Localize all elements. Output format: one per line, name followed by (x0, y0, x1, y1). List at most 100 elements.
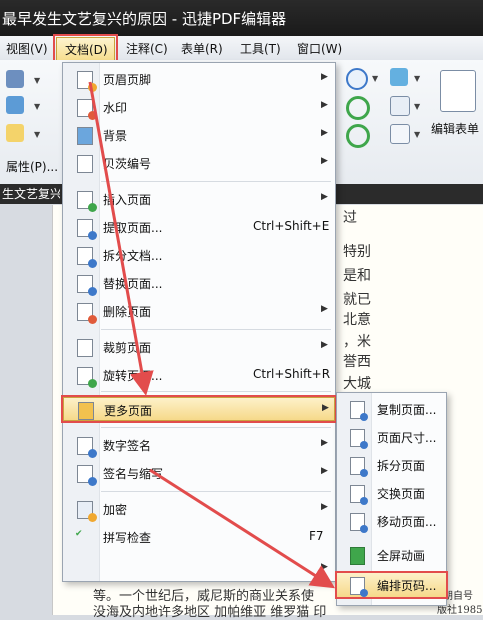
menu-item-label: 插入页面 (103, 193, 152, 207)
chevron-down-icon[interactable]: ▼ (372, 74, 378, 83)
chevron-right-icon: ▶ (321, 72, 328, 82)
window-title: 最早发生文艺复兴的原因 - 迅捷PDF编辑器 (2, 10, 287, 28)
menu-tools[interactable]: 工具(T) (240, 40, 281, 57)
submenu-item-label: 拆分页面 (377, 459, 426, 473)
menu-form[interactable]: 表单(R) (181, 40, 223, 57)
more-pages-icon (78, 402, 94, 420)
chevron-right-icon: ▶ (321, 562, 328, 572)
submenu-item-swap-page[interactable]: 交换页面 (337, 481, 446, 505)
chevron-right-icon: ▶ (321, 304, 328, 314)
chevron-down-icon[interactable]: ▼ (34, 130, 40, 139)
menu-item-label: 加密 (103, 503, 128, 517)
swap-page-icon (350, 485, 368, 505)
insert-page-icon (77, 191, 97, 212)
split-document-icon (77, 247, 97, 268)
chevron-down-icon[interactable]: ▼ (414, 102, 420, 111)
menu-item-signature-initials[interactable]: 签名与缩写 ▶ (63, 461, 335, 486)
submenu-item-label: 全屏动画 (377, 549, 426, 563)
menu-item-insert-page[interactable]: 插入页面 ▶ (63, 187, 335, 212)
submenu-item-label: 移动页面... (377, 515, 437, 529)
submenu-item-label: 交换页面 (377, 487, 426, 501)
page-text-line: 没海及内地许多地区 加帕维亚 维罗猫 印 (93, 605, 327, 620)
select-tool-icon[interactable] (390, 68, 408, 86)
edit-form-icon[interactable] (440, 70, 476, 112)
page-numbering-icon (350, 577, 368, 597)
zoom-in-icon[interactable] (346, 68, 368, 90)
submenu-item-page-numbering[interactable]: 编排页码... (335, 571, 448, 599)
menu-item-label: 裁剪页面 (103, 341, 152, 355)
document-menu: 页眉页脚 ▶ 水印 ▶ 背景 ▶ 贝茨编号 ▶ 插入页面 ▶ 提取页面... C… (61, 62, 337, 582)
chevron-down-icon[interactable]: ▼ (414, 74, 420, 83)
page-text-line: 北意 (343, 312, 371, 328)
chevron-right-icon: ▶ (321, 100, 328, 110)
edit-form-button[interactable]: 编辑表单 (431, 120, 479, 137)
menu-bar: 视图(V) 文档(D) 注释(C) 表单(R) 工具(T) 窗口(W) (0, 34, 483, 65)
menu-view[interactable]: 视图(V) (6, 40, 48, 57)
menu-document[interactable]: 文档(D) (53, 34, 118, 65)
toolbar-new-icon[interactable] (6, 124, 24, 142)
menu-item-digital-signature[interactable]: 数字签名 ▶ (63, 433, 335, 458)
menu-item-rotate-page[interactable]: 旋转页面... Ctrl+Shift+R (63, 363, 335, 388)
menu-item-crop-page[interactable]: 裁剪页面 ▶ (63, 335, 335, 359)
title-bar: 最早发生文艺复兴的原因 - 迅捷PDF编辑器 (0, 0, 483, 36)
chevron-right-icon: ▶ (321, 438, 328, 448)
submenu-item-split-page[interactable]: 拆分页面 (337, 453, 446, 477)
toolbar-open-icon[interactable] (6, 70, 24, 88)
more-pages-submenu: 复制页面... 页面尺寸... 拆分页面 交换页面 移动页面... 全屏动画 编… (335, 392, 448, 606)
chevron-down-icon[interactable]: ▼ (414, 130, 420, 139)
menu-item-encrypt[interactable]: 加密 ▶ (63, 497, 335, 522)
menu-item-header-footer[interactable]: 页眉页脚 ▶ (63, 67, 335, 92)
checkbox-tool-icon[interactable] (390, 124, 410, 144)
menu-item-label: 背景 (103, 129, 128, 143)
signature-initials-icon (77, 465, 97, 486)
menu-item-overflow[interactable]: ▶ (63, 557, 335, 581)
copy-page-icon (350, 401, 368, 421)
menu-item-background[interactable]: 背景 ▶ (63, 123, 335, 147)
menu-item-label: 旋转页面... (103, 369, 163, 383)
menu-item-label: 贝茨编号 (103, 157, 152, 171)
bates-numbering-icon (77, 155, 93, 173)
rotate-left-icon[interactable] (346, 124, 370, 148)
chevron-right-icon: ▶ (321, 466, 328, 476)
submenu-item-label: 编排页码... (377, 579, 437, 593)
text-field-icon[interactable] (390, 96, 410, 116)
menu-item-label: 签名与缩写 (103, 467, 164, 481)
menu-item-watermark[interactable]: 水印 ▶ (63, 95, 335, 120)
page-text-line: 是和 (343, 268, 371, 284)
chevron-down-icon[interactable]: ▼ (34, 76, 40, 85)
menu-item-extract-page[interactable]: 提取页面... Ctrl+Shift+E (63, 215, 335, 240)
submenu-item-copy-page[interactable]: 复制页面... (337, 397, 446, 421)
menu-item-delete-page[interactable]: 删除页面 ▶ (63, 299, 335, 324)
menu-item-label: 页眉页脚 (103, 73, 152, 87)
menu-comment[interactable]: 注释(C) (126, 40, 168, 57)
delete-page-icon (77, 303, 97, 324)
menu-item-shortcut: Ctrl+Shift+R (253, 367, 331, 381)
page-text-line: 就已 (343, 292, 371, 308)
menu-separator (101, 391, 331, 392)
properties-button[interactable]: 属性(P)... (6, 158, 58, 175)
move-page-icon (350, 513, 368, 533)
menu-item-label: 拼写检查 (103, 531, 152, 545)
menu-item-more-pages[interactable]: 更多页面 ▶ (61, 395, 337, 423)
chevron-right-icon: ▶ (321, 192, 328, 202)
page-text-line: ，米 (343, 334, 371, 350)
fullscreen-animation-icon (350, 547, 365, 565)
page-text-line: 特别 (343, 244, 371, 260)
submenu-item-move-page[interactable]: 移动页面... (337, 509, 446, 533)
menu-item-label: 删除页面 (103, 305, 152, 319)
toolbar-image-icon[interactable] (6, 96, 24, 114)
rotate-right-icon[interactable] (346, 96, 370, 120)
menu-item-spell-check[interactable]: ✔ 拼写检查 F7 (63, 525, 335, 549)
menu-item-replace-page[interactable]: 替换页面... (63, 271, 335, 296)
page-text-line: 胡自号 (443, 591, 473, 602)
menu-item-split-document[interactable]: 拆分文档... (63, 243, 335, 268)
chevron-right-icon: ▶ (321, 502, 328, 512)
menu-window[interactable]: 窗口(W) (297, 40, 342, 57)
menu-separator (101, 427, 331, 428)
document-tab[interactable]: 生文艺复兴 (0, 184, 62, 204)
menu-item-bates-numbering[interactable]: 贝茨编号 ▶ (63, 151, 335, 175)
encrypt-icon (77, 501, 97, 522)
submenu-item-page-size[interactable]: 页面尺寸... (337, 425, 446, 449)
chevron-down-icon[interactable]: ▼ (34, 102, 40, 111)
submenu-item-fullscreen-animation[interactable]: 全屏动画 (337, 543, 446, 567)
